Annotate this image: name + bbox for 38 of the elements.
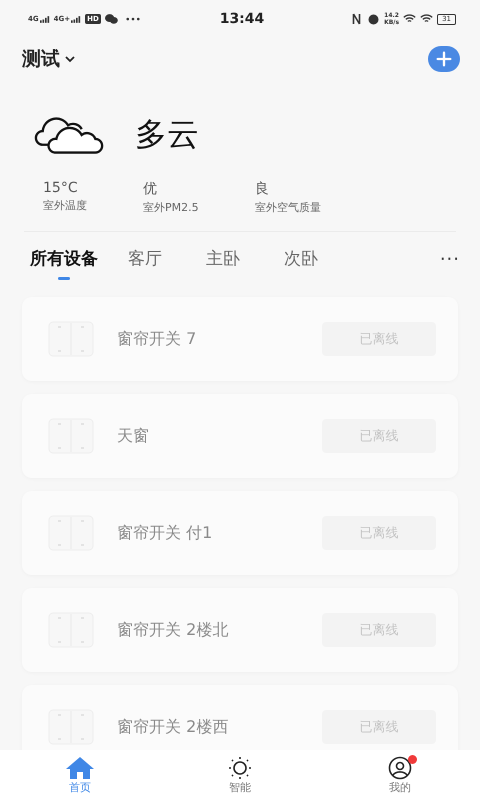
nfc-icon [350,13,364,25]
signal-icon [71,16,82,22]
chevron-down-icon [64,55,76,63]
device-name: 窗帘开关 2楼北 [117,620,230,640]
device-name: 窗帘开关 付1 [117,522,214,544]
nav-tab[interactable]: 我的 [360,750,440,800]
device-name: 天窗 [117,426,150,446]
device-name: 窗帘开关 2楼西 [117,716,230,738]
home-selector[interactable]: 测试 [22,46,76,72]
device-name: 窗帘开关 7 [117,328,198,350]
nav-tab[interactable]: 首页 [40,750,120,800]
switch-icon [48,709,94,745]
chat-icon [104,13,118,25]
plus-icon [435,50,453,68]
nav-tab[interactable]: 智能 [200,750,280,800]
switch-icon [48,321,94,357]
switch-icon [48,515,94,551]
stat-label: 室外PM2.5 [143,200,200,215]
room-tab[interactable]: 次卧 [284,236,318,282]
wifi-icon [420,13,434,25]
more-icon [126,17,140,21]
stat-label: 室外温度 [43,198,88,213]
home-icon [65,756,95,780]
stat-label: 室外空气质量 [255,200,322,215]
room-tab[interactable]: 主卧 [206,236,240,282]
room-tab[interactable]: 客厅 [128,236,162,282]
more-button[interactable]: ··· [440,248,460,270]
stat-value: 15°C [43,180,79,196]
stat-value: 良 [255,180,270,198]
room-tab[interactable]: 所有设备 [30,236,98,282]
signal-icon [40,16,50,22]
wifi-icon [403,13,416,25]
switch-icon [48,612,94,648]
stat-value: 优 [143,180,158,198]
weather-condition: 多云 [135,114,199,155]
add-button[interactable] [428,46,460,72]
clock: 13:44 [220,11,264,27]
switch-icon [48,418,94,454]
